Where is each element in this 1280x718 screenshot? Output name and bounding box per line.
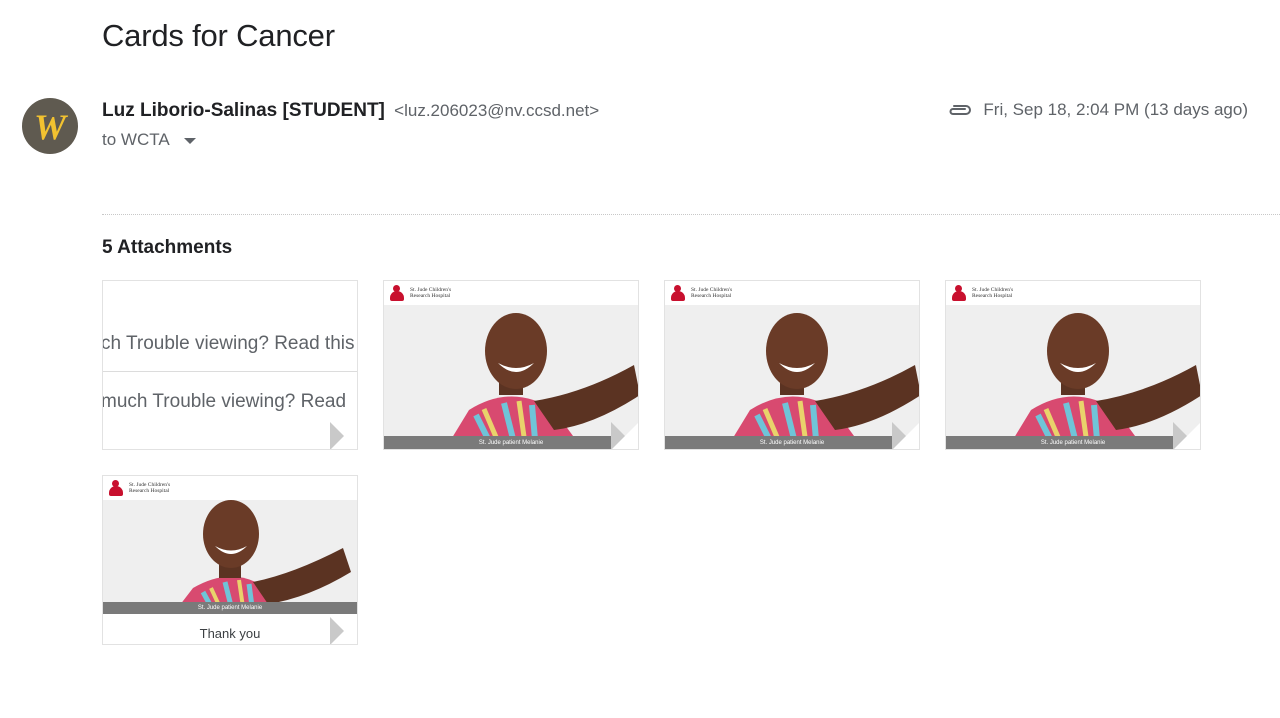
photo-caption: St. Jude patient Melanie <box>384 436 638 449</box>
attachment-doc-preview[interactable]: ch Trouble viewing? Read this much Troub… <box>102 280 358 450</box>
recipients-label: to WCTA <box>102 130 170 149</box>
chevron-down-icon[interactable] <box>183 138 196 144</box>
thank-you-text: Thank you <box>199 626 261 641</box>
email-meta: Fri, Sep 18, 2:04 PM (13 days ago) <box>947 100 1248 120</box>
st-jude-logo: St. Jude Children's Research Hospital <box>103 476 357 500</box>
attachment-photo-1[interactable]: St. Jude Children's Research Hospital St.… <box>383 280 639 450</box>
doc-preview-divider <box>103 371 357 372</box>
sender-name[interactable]: Luz Liborio-Salinas [STUDENT] <box>102 100 385 121</box>
photo-caption: St. Jude patient Melanie <box>946 436 1200 449</box>
email-subject: Cards for Cancer <box>102 18 335 53</box>
st-jude-logo: St. Jude Children's Research Hospital <box>946 281 1200 305</box>
patient-photo: St. Jude patient Melanie <box>103 500 357 614</box>
sender-email: <luz.206023@nv.ccsd.net> <box>394 101 600 120</box>
doc-preview-line-1: ch Trouble viewing? Read this <box>102 333 355 354</box>
attachment-photo-4[interactable]: St. Jude Children's Research Hospital St.… <box>102 475 358 645</box>
attachments-heading: 5 Attachments <box>102 237 233 258</box>
email-date: Fri, Sep 18, 2:04 PM (13 days ago) <box>983 100 1248 119</box>
attachment-photo-2[interactable]: St. Jude Children's Research Hospital St.… <box>664 280 920 450</box>
doc-preview-line-2: much Trouble viewing? Read <box>102 391 347 412</box>
sender-avatar[interactable]: W <box>22 98 78 154</box>
sender-line: Luz Liborio-Salinas [STUDENT] <luz.20602… <box>102 100 599 122</box>
attachment-photo-3[interactable]: St. Jude Children's Research Hospital St.… <box>945 280 1201 450</box>
st-jude-logo: St. Jude Children's Research Hospital <box>384 281 638 305</box>
paperclip-icon <box>947 103 973 117</box>
patient-photo: St. Jude patient Melanie <box>384 305 638 449</box>
photo-caption: St. Jude patient Melanie <box>103 602 357 614</box>
avatar-letter: W <box>34 107 69 147</box>
photo-caption: St. Jude patient Melanie <box>665 436 919 449</box>
patient-photo: St. Jude patient Melanie <box>665 305 919 449</box>
st-jude-logo: St. Jude Children's Research Hospital <box>665 281 919 305</box>
recipients-toggle[interactable]: to WCTA <box>102 130 196 150</box>
attachments-divider <box>102 214 1280 215</box>
patient-photo: St. Jude patient Melanie <box>946 305 1200 449</box>
